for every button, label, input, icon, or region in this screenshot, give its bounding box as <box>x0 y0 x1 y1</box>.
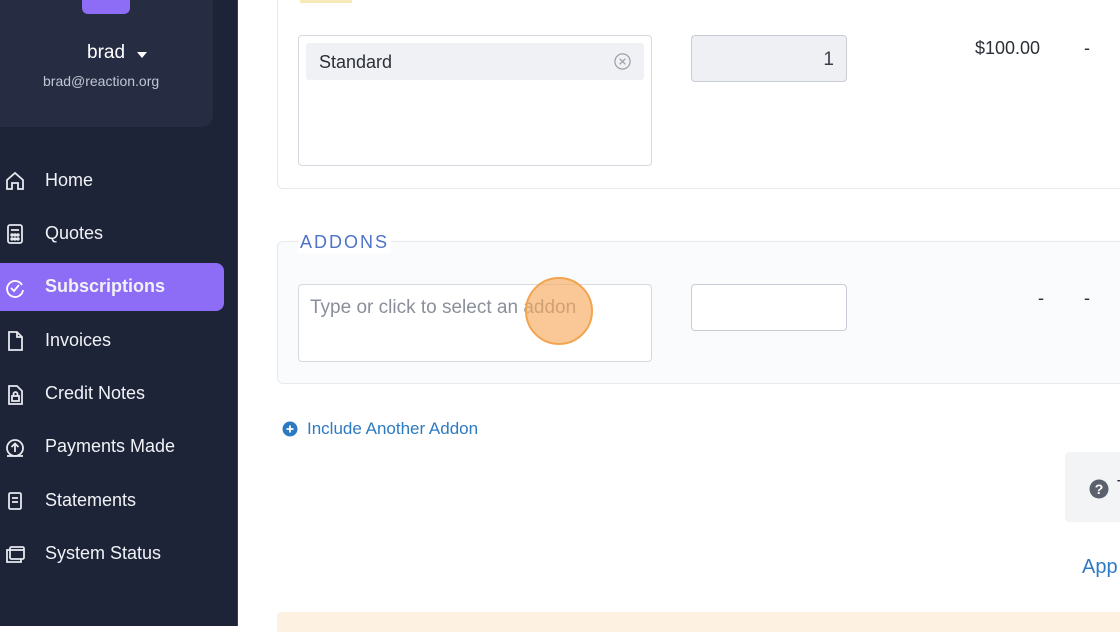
question-circle-icon: ? <box>1089 479 1109 499</box>
selected-plan-tag: Standard <box>306 43 644 80</box>
document-lock-icon <box>8 384 23 405</box>
clear-icon[interactable] <box>613 52 632 71</box>
avatar[interactable]: BR <box>82 0 130 14</box>
plan-quantity-value: 1 <box>823 49 834 70</box>
highlight-strip <box>300 0 352 3</box>
profile-card: BR brad brad@reaction.org <box>0 0 213 127</box>
sidebar-item-system-status[interactable]: System Status <box>0 530 237 578</box>
user-name: brad <box>87 42 126 63</box>
statement-icon <box>8 492 22 511</box>
sidebar-item-label: Payments Made <box>45 436 176 457</box>
upload-circle-icon <box>6 439 24 457</box>
sidebar-item-quotes[interactable]: Quotes <box>0 209 237 257</box>
user-menu[interactable]: brad <box>87 42 148 64</box>
plan-select[interactable]: Standard <box>298 35 652 166</box>
caret-down-icon <box>137 51 148 58</box>
click-indicator <box>525 277 593 345</box>
apply-link[interactable]: App <box>1082 556 1118 579</box>
calculator-icon <box>7 224 23 245</box>
refresh-check-icon <box>6 279 24 298</box>
sidebar-item-label: Invoices <box>45 329 112 350</box>
plus-circle-icon <box>282 421 298 437</box>
document-icon <box>8 331 23 352</box>
sidebar-item-statements[interactable]: Statements <box>0 476 237 524</box>
sidebar-item-label: Statements <box>45 489 137 510</box>
include-another-addon-label: Include Another Addon <box>307 419 479 438</box>
sidebar-item-label: System Status <box>45 543 162 564</box>
home-icon <box>6 171 24 190</box>
sidebar-item-payments-made[interactable]: Payments Made <box>0 423 237 471</box>
selected-plan-label: Standard <box>319 52 393 72</box>
addon-total-dash: - <box>1084 288 1090 308</box>
notice-bar <box>277 612 1120 632</box>
plan-quantity-input[interactable]: 1 <box>691 35 847 82</box>
svg-text:?: ? <box>1095 481 1104 497</box>
user-email: brad@reaction.org <box>43 73 160 89</box>
include-another-addon-link[interactable]: Include Another Addon <box>282 419 478 439</box>
sidebar-item-label: Home <box>45 169 94 190</box>
plan-dash: - <box>1084 38 1090 58</box>
addon-quantity-input[interactable] <box>691 284 847 331</box>
sidebar-item-subscriptions[interactable]: Subscriptions <box>0 262 224 311</box>
addon-search-input[interactable]: Type or click to select an addon <box>298 284 652 362</box>
sidebar-item-label: Credit Notes <box>45 383 146 404</box>
addons-section-title: ADDONS <box>298 232 392 253</box>
addon-price-dash: - <box>1038 288 1044 308</box>
plan-price: $100.00 <box>975 38 1041 58</box>
sidebar-item-credit-notes[interactable]: Credit Notes <box>0 370 237 418</box>
sidebar-item-home[interactable]: Home <box>0 156 237 204</box>
sidebar-item-label: Subscriptions <box>45 276 166 297</box>
sidebar-item-label: Quotes <box>45 222 104 243</box>
windows-icon <box>6 545 25 563</box>
help-box[interactable]: ? T <box>1065 452 1120 522</box>
sidebar-nav: Home Quotes Subscriptions Invoices Credi… <box>0 156 237 583</box>
sidebar: BR brad brad@reaction.org Home Quotes <box>0 0 238 626</box>
sidebar-item-invoices[interactable]: Invoices <box>0 316 237 364</box>
